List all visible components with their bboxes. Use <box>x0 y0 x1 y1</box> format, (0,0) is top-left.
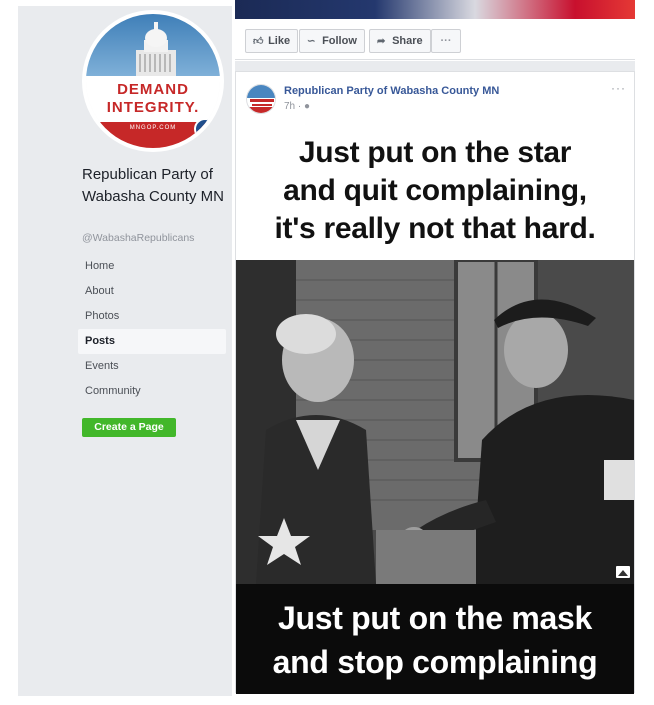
profile-banner-line1: DEMAND <box>117 81 189 98</box>
nav-item-about[interactable]: About <box>78 279 226 304</box>
image-expand-icon[interactable] <box>616 566 630 578</box>
meme-bottom-caption: Just put on the mask and stop complainin… <box>236 584 634 694</box>
nav-item-posts[interactable]: Posts <box>78 329 226 354</box>
avatar-sky <box>247 85 275 98</box>
follow-label: Follow <box>322 35 357 47</box>
more-options-button[interactable]: ··· <box>431 29 461 53</box>
page-action-bar: 👍︎ Like ∽ Follow ➦ Share ··· <box>235 22 635 60</box>
post-photo[interactable] <box>236 260 634 584</box>
create-page-button[interactable]: Create a Page <box>82 418 176 437</box>
page-profile-picture[interactable]: DEMAND INTEGRITY. MNGOP.COM <box>82 10 224 152</box>
cover-photo[interactable] <box>235 0 635 19</box>
capitol-building-icon <box>136 22 176 76</box>
post-options-button[interactable]: ··· <box>611 81 626 95</box>
avatar-text-line <box>250 99 274 102</box>
page-title[interactable]: Republican Party of Wabasha County MN <box>82 164 232 208</box>
follow-button[interactable]: ∽ Follow <box>299 29 365 53</box>
profile-picture-image: DEMAND INTEGRITY. MNGOP.COM <box>86 14 220 148</box>
feed-post: Republican Party of Wabasha County MN 7h… <box>235 71 635 694</box>
profile-banner: DEMAND INTEGRITY. <box>86 76 220 122</box>
like-label: Like <box>268 35 291 47</box>
avatar-text-line-2 <box>252 104 272 106</box>
page-nav: Home About Photos Posts Events Community <box>78 254 226 404</box>
meme-top-line: and quit complaining, <box>283 174 587 207</box>
meme-bottom-line: and stop complaining <box>272 644 598 680</box>
globe-icon: ● <box>304 101 311 112</box>
meme-top-line: Just put on the star <box>298 136 572 169</box>
meme-bottom-line: Just put on the mask <box>277 600 593 636</box>
meme-top-caption: Just put on the star and quit complainin… <box>236 128 634 259</box>
rss-icon: ∽ <box>307 36 316 47</box>
nav-item-home[interactable]: Home <box>78 254 226 279</box>
post-author-link[interactable]: Republican Party of Wabasha County MN <box>284 85 499 97</box>
nav-item-photos[interactable]: Photos <box>78 304 226 329</box>
share-label: Share <box>392 35 423 47</box>
post-timestamp[interactable]: 7h · ● <box>284 101 310 112</box>
nav-item-community[interactable]: Community <box>78 379 226 404</box>
historical-photo <box>236 260 634 584</box>
share-arrow-icon: ➦ <box>377 36 386 47</box>
post-time: 7h · <box>284 101 305 112</box>
profile-banner-line2: INTEGRITY. <box>106 99 200 116</box>
meme-top-line: it's really not that hard. <box>274 212 596 245</box>
gop-logo-icon <box>194 118 216 140</box>
nav-item-events[interactable]: Events <box>78 354 226 379</box>
feed-gap <box>235 61 635 71</box>
post-author-avatar[interactable] <box>246 84 276 114</box>
thumbs-up-icon: 👍︎ <box>253 36 264 47</box>
page-sidebar: DEMAND INTEGRITY. MNGOP.COM Republican P… <box>18 6 232 696</box>
like-button[interactable]: 👍︎ Like <box>245 29 299 53</box>
post-header: Republican Party of Wabasha County MN 7h… <box>236 72 634 126</box>
avatar-strip <box>247 107 275 113</box>
page-username: @WabashaRepublicans <box>82 232 195 244</box>
share-button[interactable]: ➦ Share <box>369 29 431 53</box>
